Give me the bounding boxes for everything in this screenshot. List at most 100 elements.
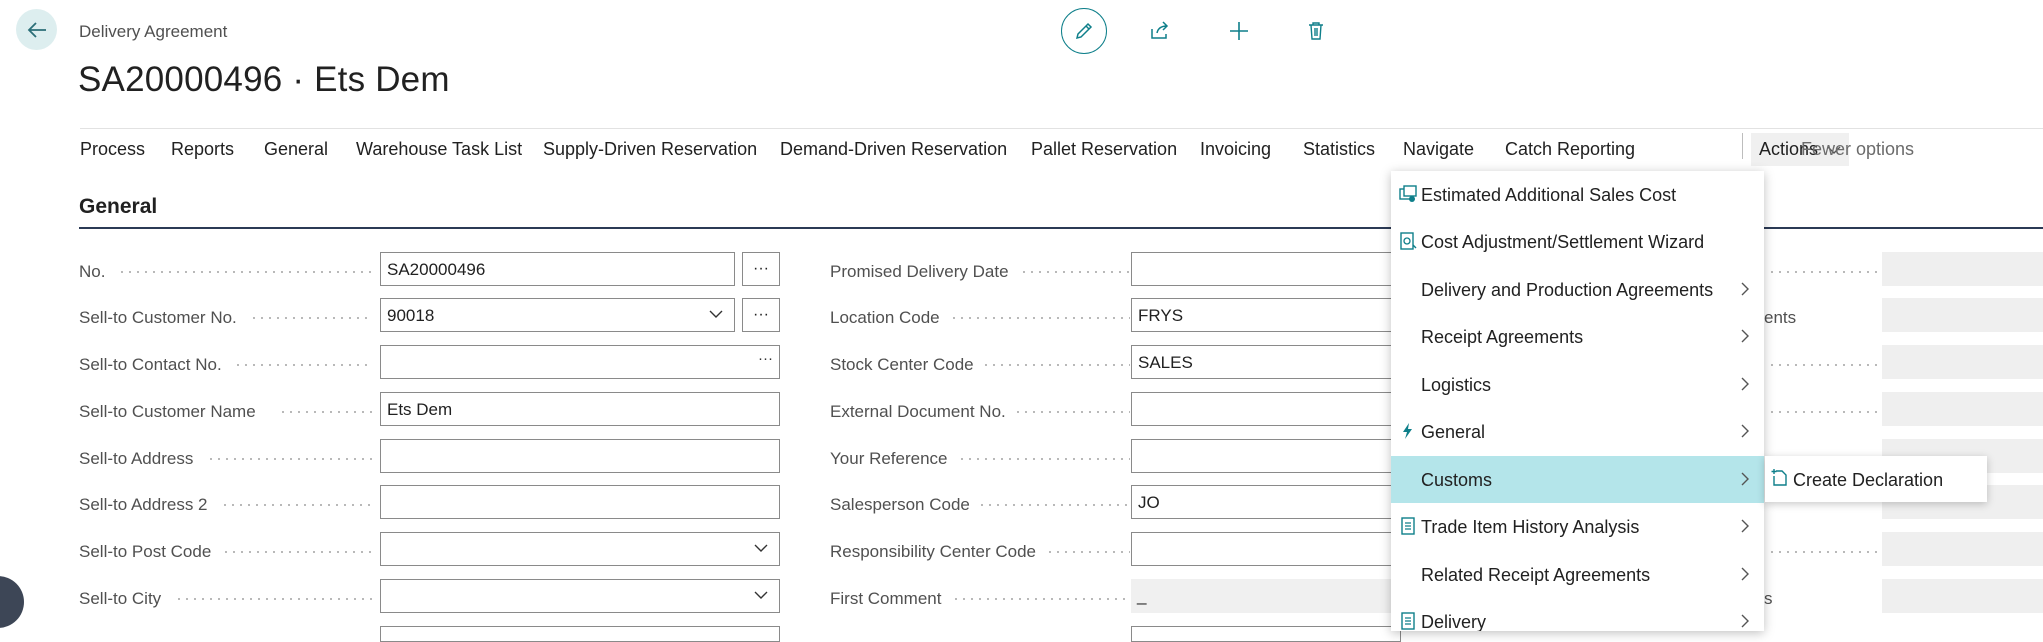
first-comment-field: _ (1131, 579, 1401, 613)
location-code-field[interactable]: FRYS (1131, 298, 1401, 332)
field-label-your-reference: Your Reference (830, 449, 948, 468)
sell-to-customer-name-field[interactable]: Ets Dem (380, 392, 780, 426)
tab-process[interactable]: Process (80, 139, 145, 160)
field-label-promised-delivery-date: Promised Delivery Date (830, 262, 1009, 281)
leader-dots (175, 598, 373, 600)
menu-item-label: Trade Item History Analysis (1421, 517, 1640, 537)
sell-to-customer-no-value: 90018 (387, 306, 435, 325)
chevron-down-icon (754, 591, 768, 599)
menu-item-logistics[interactable]: Logistics (1391, 361, 1764, 408)
field-label-sell-to-city: Sell-to City (79, 589, 162, 608)
field-label-first-comment: First Comment (830, 589, 942, 608)
tab-demand-driven-reservation[interactable]: Demand-Driven Reservation (780, 139, 1007, 160)
menu-item-general[interactable]: General (1391, 408, 1764, 455)
next-field-partial[interactable] (1131, 626, 1401, 642)
menu-item-label: Delivery (1421, 612, 1487, 631)
leader-dots (1046, 551, 1130, 553)
menu-item-label: Estimated Additional Sales Cost (1421, 185, 1677, 205)
no-assist-button[interactable]: ··· (742, 252, 780, 286)
menu-item-receipt-agreements[interactable]: Receipt Agreements (1391, 313, 1764, 360)
menu-item-customs[interactable]: Customs (1391, 456, 1764, 503)
leader-dots (207, 458, 373, 460)
menu-item-cost-adjustment-settlement-wizard[interactable]: Cost Adjustment/Settlement Wizard (1391, 218, 1764, 265)
leader-dots (978, 504, 1130, 506)
field-label-stock-center-code: Stock Center Code (830, 355, 974, 374)
tab-supply-driven-reservation[interactable]: Supply-Driven Reservation (543, 139, 757, 160)
tab-catch-reporting[interactable]: Catch Reporting (1505, 139, 1635, 160)
arrow-left-icon (27, 21, 46, 38)
menu-item-trade-item-history-analysis[interactable]: Trade Item History Analysis (1391, 503, 1764, 550)
floating-action-button[interactable] (0, 576, 24, 628)
field-label-sell-to-address-2: Sell-to Address 2 (79, 495, 208, 514)
field-label-sell-to-post-code: Sell-to Post Code (79, 542, 212, 561)
sell-to-address-field[interactable] (380, 439, 780, 473)
stock-center-code-field[interactable]: SALES (1131, 345, 1401, 379)
fewer-options-link[interactable]: Fewer options (1801, 139, 1914, 160)
sell-to-post-code-field[interactable] (380, 532, 780, 566)
tab-warehouse-task-list[interactable]: Warehouse Task List (356, 139, 522, 160)
submenu-item-create-declaration[interactable]: Create Declaration (1793, 470, 1943, 491)
promised-delivery-date-field[interactable] (1131, 252, 1401, 286)
sell-to-customer-no-field[interactable]: 90018 (380, 298, 735, 332)
menu-item-label: Customs (1421, 470, 1493, 490)
tab-navigate[interactable]: Navigate (1403, 139, 1474, 160)
field-label-location-code: Location Code (830, 308, 940, 327)
sell-to-address-2-field[interactable] (380, 485, 780, 519)
chevron-right-icon (1741, 424, 1749, 438)
right-field-3 (1882, 345, 2043, 379)
delete-button[interactable] (1293, 8, 1339, 54)
document-icon (1401, 612, 1415, 630)
tab-general[interactable]: General (264, 139, 328, 160)
cost-estimate-icon (1399, 185, 1417, 202)
leader-dots (250, 317, 373, 319)
menu-item-related-receipt-agreements[interactable]: Related Receipt Agreements (1391, 551, 1764, 598)
next-field-partial[interactable] (380, 626, 780, 642)
right-field-2 (1882, 298, 2043, 332)
customs-submenu: Create Declaration (1765, 456, 1987, 502)
right-field-7 (1882, 532, 2043, 566)
page-title: SA20000496 · Ets Dem (78, 60, 450, 99)
chevron-right-icon (1741, 614, 1749, 628)
leader-dots (279, 411, 373, 413)
leader-dots (982, 364, 1130, 366)
chevron-right-icon (1741, 519, 1749, 533)
new-button[interactable] (1216, 8, 1262, 54)
sell-to-city-field[interactable] (380, 579, 780, 613)
menu-item-delivery[interactable]: Delivery (1391, 598, 1764, 631)
edit-button[interactable] (1061, 8, 1107, 54)
chevron-right-icon (1741, 329, 1749, 343)
menu-item-estimated-additional-sales-cost[interactable]: Estimated Additional Sales Cost (1391, 171, 1764, 218)
leader-dots (1768, 271, 1878, 273)
menu-item-label: Related Receipt Agreements (1421, 565, 1651, 585)
customer-assist-button[interactable]: ··· (742, 298, 780, 332)
trash-icon (1309, 22, 1323, 40)
sell-to-contact-no-field[interactable]: ··· (380, 345, 780, 379)
right-field-1 (1882, 252, 2043, 286)
ellipsis-icon: ··· (753, 306, 769, 323)
leader-dots (1768, 411, 1878, 413)
leader-dots (952, 598, 1130, 600)
right-field-4 (1882, 392, 2043, 426)
no-field[interactable]: SA20000496 (380, 252, 735, 286)
document-icon (1401, 517, 1415, 535)
chevron-right-icon (1741, 567, 1749, 581)
menu-item-delivery-and-production-agreements[interactable]: Delivery and Production Agreements (1391, 266, 1764, 313)
tab-statistics[interactable]: Statistics (1303, 139, 1375, 160)
responsibility-center-code-field[interactable] (1131, 532, 1401, 566)
section-title: General (79, 195, 158, 218)
share-button[interactable] (1137, 8, 1183, 54)
leader-dots (1014, 411, 1130, 413)
field-label-responsibility-center-code: Responsibility Center Code (830, 542, 1036, 561)
leader-dots (1020, 271, 1130, 273)
leader-dots (950, 317, 1130, 319)
menu-item-label: Receipt Agreements (1421, 327, 1584, 347)
leader-dots (118, 271, 373, 273)
external-document-no-field[interactable] (1131, 392, 1401, 426)
pencil-icon (1075, 22, 1093, 40)
back-button[interactable] (16, 9, 57, 50)
tab-reports[interactable]: Reports (171, 139, 234, 160)
salesperson-code-field[interactable]: JO (1131, 485, 1401, 519)
your-reference-field[interactable] (1131, 439, 1401, 473)
tab-pallet-reservation[interactable]: Pallet Reservation (1031, 139, 1177, 160)
tab-invoicing[interactable]: Invoicing (1200, 139, 1271, 160)
